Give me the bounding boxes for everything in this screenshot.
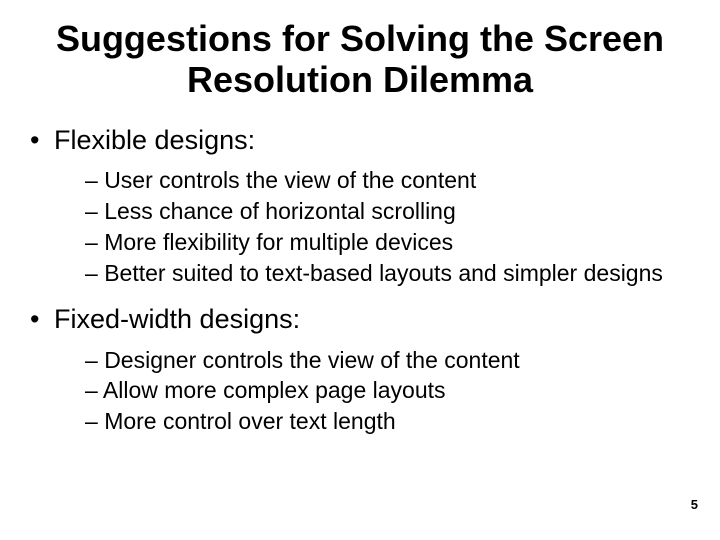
page-number: 5 (691, 497, 698, 512)
main-bullet-list: Flexible designs: (22, 123, 698, 158)
sub-bullet-list: Designer controls the view of the conten… (22, 346, 698, 438)
section-heading-text: Fixed-width designs: (54, 304, 300, 334)
list-item: More control over text length (22, 407, 698, 437)
section-heading: Fixed-width designs: (22, 302, 698, 337)
main-bullet-list: Fixed-width designs: (22, 302, 698, 337)
list-item: Allow more complex page layouts (22, 376, 698, 406)
list-item: Less chance of horizontal scrolling (22, 197, 698, 227)
list-item: Better suited to text-based layouts and … (22, 259, 698, 289)
section-heading: Flexible designs: (22, 123, 698, 158)
slide-title: Suggestions for Solving the Screen Resol… (22, 18, 698, 101)
list-item: More flexibility for multiple devices (22, 228, 698, 258)
list-item: User controls the view of the content (22, 166, 698, 196)
section-heading-text: Flexible designs: (54, 125, 255, 155)
sub-bullet-list: User controls the view of the content Le… (22, 166, 698, 289)
list-item: Designer controls the view of the conten… (22, 346, 698, 376)
